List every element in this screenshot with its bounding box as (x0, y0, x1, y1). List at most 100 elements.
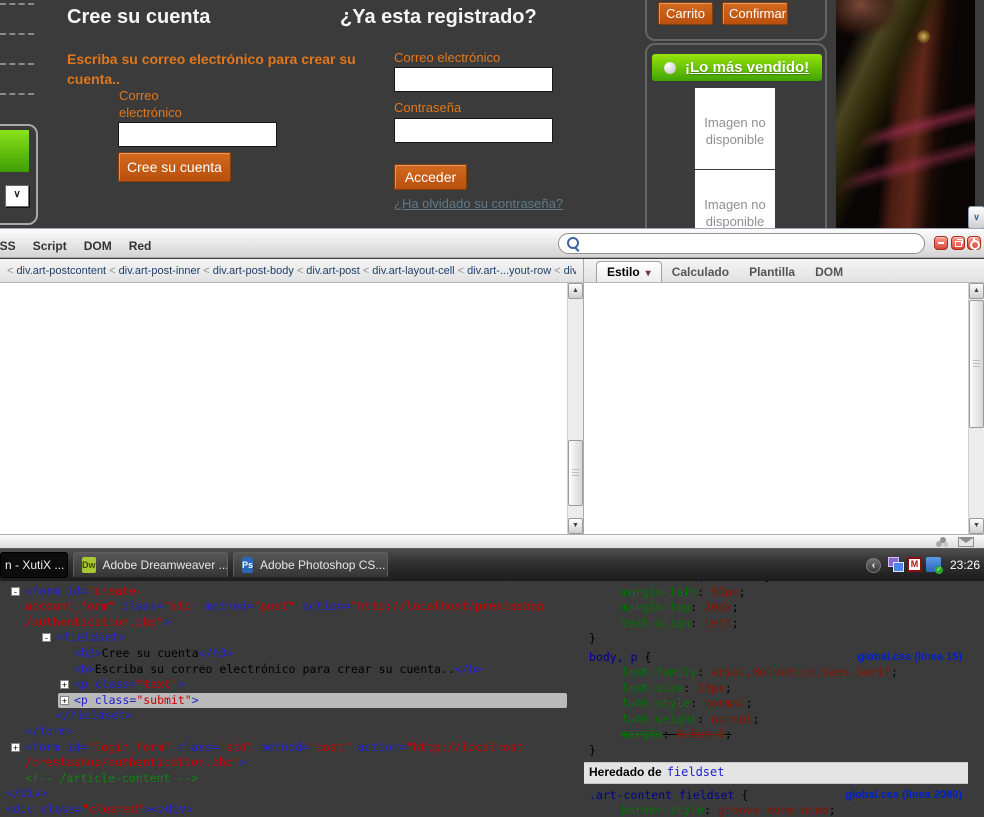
code-attr-value: "submit" (136, 692, 192, 707)
shop-page: ∨ Cree su cuenta Escriba su correo elect… (0, 0, 984, 228)
css-property[interactable]: font-family: Arial,Helvetica,Sans-Serif; (584, 665, 968, 681)
css-property[interactable]: font-size: 13px; (584, 681, 968, 697)
m-tray-icon[interactable]: M (907, 557, 922, 572)
firebug-tab-css[interactable]: CSS (0, 239, 16, 253)
confirm-button[interactable]: Confirmar (722, 2, 788, 25)
css-file-link[interactable]: global.css (línea 2080) (845, 788, 962, 804)
login-email-label: Correo electrónico (394, 50, 501, 65)
forgot-password-link[interactable]: ¿Ha olvidado su contraseña? (394, 196, 563, 211)
detach-window-button[interactable] (951, 236, 965, 250)
code-text: Escriba su correo electrónico para crear… (94, 661, 455, 676)
html-tree-panel: +<div class="art-post">-<form id="create… (0, 566, 567, 817)
html-tree-line[interactable]: <div class="cleared"></div> (0, 802, 567, 817)
panel-divider[interactable] (583, 259, 584, 534)
minimize-button[interactable] (934, 236, 948, 250)
scroll-up-button[interactable]: ▲ (568, 283, 583, 299)
html-tree-line[interactable]: <h3>Cree su cuenta</h3> (0, 646, 567, 662)
html-tree-line[interactable]: + <form id="login_form" class="std" metho… (9, 740, 567, 756)
login-button[interactable]: Acceder (394, 164, 467, 190)
css-selector[interactable]: body, p (589, 650, 637, 664)
tree-toggle-icon[interactable]: - (42, 633, 51, 643)
login-password-label: Contraseña (394, 100, 462, 115)
scroll-down-button[interactable]: ▼ (568, 518, 583, 534)
scrollbar-thumb[interactable] (969, 300, 984, 428)
html-tree-line[interactable]: account_form" class="std" method="post" … (0, 599, 567, 615)
mail-icon[interactable] (958, 537, 974, 547)
divider (0, 3, 34, 5)
html-tree-line[interactable]: <!-- /article-content --> (0, 771, 567, 787)
html-tree-line[interactable]: + <p class="submit"> (58, 692, 567, 709)
taskbar-task[interactable]: Dw Adobe Dreamweaver ... (73, 552, 228, 578)
breadcrumb-item[interactable]: div.art-post-body (213, 265, 294, 277)
product-image-placeholder[interactable]: Imagen no disponible (695, 170, 775, 228)
create-account-button[interactable]: Cree su cuenta (118, 152, 231, 182)
html-tree-line[interactable]: </fieldset> (0, 708, 567, 724)
dropbox-icon[interactable]: ✓ (926, 557, 943, 574)
taskbar-task[interactable]: n - XutiX ... (0, 552, 68, 578)
html-tree-line[interactable]: /prestashop/authentication.php"> (0, 755, 567, 771)
firebug-search-box[interactable] (558, 233, 925, 254)
page-scroll-down-button[interactable]: ∨ (968, 206, 984, 228)
html-tree-line[interactable]: <b>Escriba su correo electrónico para cr… (0, 662, 567, 678)
html-tree-line[interactable]: /authentication.php"> (0, 615, 567, 631)
tree-toggle-icon[interactable]: + (11, 742, 20, 752)
css-scrollbar[interactable]: ▲ ▼ (968, 283, 984, 534)
breadcrumb-item[interactable]: div.art-layout-cell (372, 265, 454, 277)
breadcrumb-item[interactable]: div.art-post-inner (119, 265, 201, 277)
minimize-icon (938, 242, 944, 244)
breadcrumb-separator: < (203, 265, 210, 277)
html-tree-line[interactable]: - <form id="create- (9, 584, 567, 600)
tab-options-arrow-icon[interactable]: ▾ (646, 268, 651, 279)
breadcrumb-item[interactable]: div.art-postcontent (16, 265, 106, 277)
scroll-down-button[interactable]: ▼ (969, 518, 984, 534)
close-firebug-button[interactable] (967, 236, 981, 250)
tab-dom[interactable]: DOM (805, 260, 853, 279)
html-tree-line[interactable]: </div> (0, 786, 567, 802)
login-password-input[interactable] (394, 118, 553, 143)
check-icon: ✓ (935, 566, 943, 574)
tray-collapse-chevron-icon[interactable]: ‹ (866, 558, 881, 573)
css-property[interactable]: border-style: groove none none; (584, 803, 968, 817)
scroll-up-button[interactable]: ▲ (969, 283, 984, 299)
network-monitors-icon[interactable] (888, 557, 904, 572)
firebug-tab-dom[interactable]: DOM (84, 239, 112, 253)
html-tree-line[interactable]: + <p class="text"> (58, 677, 567, 693)
breadcrumb-item[interactable]: div.art-post (306, 265, 360, 277)
create-email-input[interactable] (118, 122, 277, 147)
tray-clock[interactable]: 23:26 (950, 549, 980, 582)
css-property[interactable]: margin-left: 50px; (584, 585, 968, 601)
cart-button[interactable]: Carrito (658, 2, 713, 25)
scrollbar-thumb[interactable] (568, 440, 583, 506)
tab-plantilla[interactable]: Plantilla (739, 260, 805, 279)
firebug-tab-script[interactable]: Script (33, 239, 67, 253)
code-tag: > (239, 755, 247, 770)
breadcrumb-item[interactable]: div (564, 265, 576, 277)
css-property[interactable]: font-style: normal; (584, 696, 968, 712)
addon-icon[interactable] (936, 537, 949, 547)
firebug-tab-red[interactable]: Red (129, 239, 152, 253)
tree-toggle-icon[interactable]: - (11, 586, 20, 596)
currency-select[interactable]: ∨ (5, 185, 29, 207)
html-tree-line[interactable]: - <fieldset> (40, 630, 567, 646)
css-file-link[interactable]: global.css (línea 15) (857, 650, 962, 666)
bestseller-banner[interactable]: ¡Lo más vendido! (652, 54, 822, 81)
tab-calculado[interactable]: Calculado (662, 260, 739, 279)
tab-estilo[interactable]: Estilo ▾ (596, 261, 662, 282)
css-selector[interactable]: .art-content fieldset (589, 788, 734, 802)
code-tag: ></div> (144, 801, 193, 816)
css-property[interactable]: margin: 0.5em 0; (584, 727, 968, 743)
search-input[interactable] (583, 235, 917, 254)
code-tag: method= (198, 599, 254, 614)
tree-toggle-icon[interactable]: + (60, 680, 69, 690)
taskbar-task[interactable]: Ps Adobe Photoshop CS... (233, 552, 388, 578)
css-property[interactable]: margin-top: 20px; (584, 600, 968, 616)
breadcrumb-item[interactable]: div.art-...yout-row (467, 265, 551, 277)
html-tree-line[interactable]: </form> (0, 724, 567, 740)
login-email-input[interactable] (394, 67, 553, 92)
product-image-placeholder[interactable]: Imagen no disponible (695, 88, 775, 169)
inherited-element[interactable]: fieldset (667, 765, 725, 779)
css-property[interactable]: text-align: left; (584, 616, 968, 632)
tree-scrollbar[interactable]: ▲ ▼ (567, 283, 583, 534)
css-property[interactable]: font-weight: normal; (584, 712, 968, 728)
tree-toggle-icon[interactable]: + (60, 695, 69, 705)
